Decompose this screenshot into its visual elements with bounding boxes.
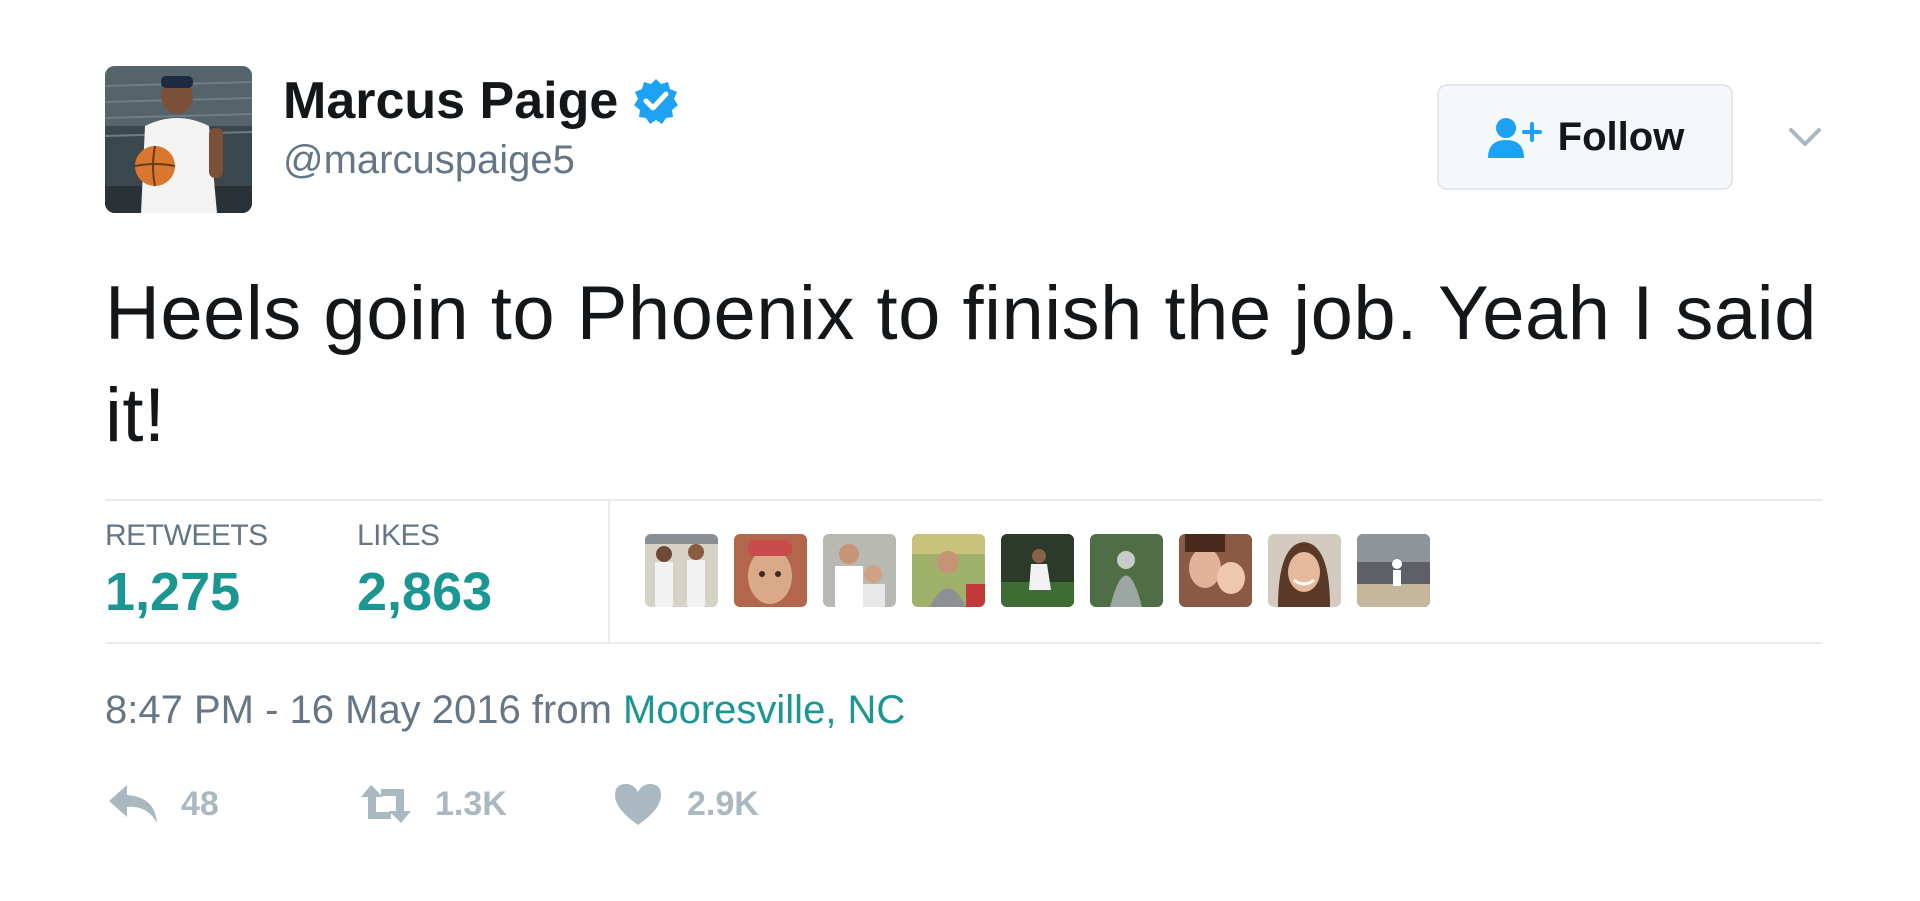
verified-badge-icon <box>632 77 680 125</box>
retweet-count: 1.3K <box>435 784 507 823</box>
name-row: Marcus Paige <box>283 70 680 132</box>
retweets-stat[interactable]: RETWEETS 1,275 <box>105 519 268 623</box>
tweet-card: Marcus Paige @marcuspaige5 Follow Heels … <box>105 66 1823 827</box>
add-user-icon <box>1486 116 1544 158</box>
user-info: Marcus Paige @marcuspaige5 <box>283 70 680 183</box>
liker-avatar-4[interactable] <box>912 534 985 607</box>
tweet-meta: 8:47 PM - 16 May 2016 from Mooresville, … <box>105 688 1823 733</box>
retweet-button[interactable]: 1.3K <box>359 781 611 827</box>
like-button[interactable]: 2.9K <box>611 781 759 827</box>
location-link[interactable]: Mooresville, NC <box>623 688 905 732</box>
likes-stat[interactable]: LIKES 2,863 <box>357 519 492 623</box>
follow-button-label: Follow <box>1557 114 1685 159</box>
display-name[interactable]: Marcus Paige <box>283 70 618 132</box>
follow-button[interactable]: Follow <box>1437 84 1733 190</box>
like-count: 2.9K <box>687 784 759 823</box>
user-handle[interactable]: @marcuspaige5 <box>283 138 680 183</box>
tweet-header: Marcus Paige @marcuspaige5 Follow <box>105 66 1823 213</box>
stats-divider <box>608 501 610 642</box>
liker-avatar-1[interactable] <box>645 534 718 607</box>
tweet-timestamp[interactable]: 8:47 PM - 16 May 2016 <box>105 688 521 732</box>
from-text: from <box>531 688 612 732</box>
user-avatar[interactable] <box>105 66 252 213</box>
liker-avatar-9[interactable] <box>1357 534 1430 607</box>
liker-avatar-2[interactable] <box>734 534 807 607</box>
liker-avatars <box>645 534 1446 607</box>
reply-button[interactable]: 48 <box>105 781 359 827</box>
heart-icon <box>615 784 661 825</box>
avatar-photo-icon <box>105 66 252 213</box>
liker-avatar-5[interactable] <box>1001 534 1074 607</box>
chevron-down-icon[interactable] <box>1787 118 1823 154</box>
liker-avatar-6[interactable] <box>1090 534 1163 607</box>
tweet-actions: 48 1.3K 2.9K <box>105 781 1823 827</box>
retweets-count: 1,275 <box>105 562 241 622</box>
reply-icon <box>109 785 157 823</box>
reply-count: 48 <box>181 784 219 823</box>
tweet-stats: RETWEETS 1,275 LIKES 2,863 <box>105 499 1823 644</box>
likes-count: 2,863 <box>357 562 493 622</box>
tweet-text: Heels goin to Phoenix to finish the job.… <box>105 271 1817 458</box>
likes-label: LIKES <box>357 519 440 552</box>
liker-avatar-3[interactable] <box>823 534 896 607</box>
retweets-label: RETWEETS <box>105 519 268 552</box>
liker-avatar-8[interactable] <box>1268 534 1341 607</box>
liker-avatar-7[interactable] <box>1179 534 1252 607</box>
retweet-icon <box>361 785 411 823</box>
